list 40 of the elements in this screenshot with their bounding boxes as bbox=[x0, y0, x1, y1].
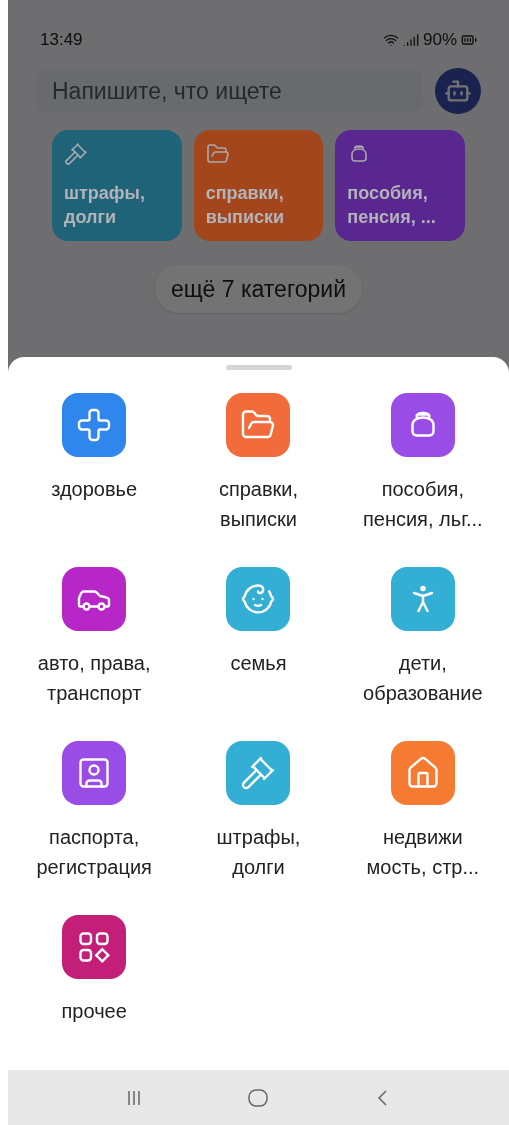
baby-icon bbox=[240, 581, 277, 617]
category-icon-tile[interactable] bbox=[226, 741, 291, 805]
wifi-icon bbox=[382, 32, 399, 48]
shapes-icon bbox=[76, 929, 113, 965]
battery-icon bbox=[461, 32, 477, 48]
category-label[interactable]: здоровье bbox=[11, 474, 178, 534]
battery-percent: 90% bbox=[422, 29, 457, 52]
category-label[interactable]: дети, образование bbox=[339, 648, 506, 708]
category-label[interactable]: недвижи мость, стр... bbox=[339, 822, 506, 882]
search-field[interactable]: Напишите, что ищете bbox=[36, 69, 423, 113]
gavel-icon bbox=[64, 142, 88, 166]
category-label[interactable]: семья bbox=[175, 648, 342, 708]
category-label[interactable]: пособия, пенсия, льг... bbox=[339, 474, 506, 534]
category-label[interactable]: справки, выписки bbox=[175, 474, 342, 534]
category-icon-tile[interactable] bbox=[62, 393, 127, 457]
category-icon-tile[interactable] bbox=[226, 567, 291, 631]
gavel-icon bbox=[240, 755, 277, 791]
category-tile[interactable]: пособия, пенсия, ... bbox=[335, 130, 465, 241]
category-label[interactable]: паспорта, регистрация bbox=[11, 822, 178, 882]
category-label[interactable]: штрафы, долги bbox=[175, 822, 342, 882]
category-icon-tile[interactable] bbox=[62, 915, 127, 979]
category-label[interactable]: прочее bbox=[11, 996, 178, 1056]
category-icon-tile[interactable] bbox=[390, 393, 455, 457]
category-icon-tile[interactable] bbox=[390, 567, 455, 631]
assistant-avatar[interactable] bbox=[435, 68, 481, 114]
tile-label: штрафы, долги bbox=[64, 182, 146, 229]
folder-icon bbox=[205, 142, 230, 166]
tile-label: справки, выписки bbox=[205, 182, 286, 229]
category-icon-tile[interactable] bbox=[390, 741, 455, 805]
category-icon-tile[interactable] bbox=[62, 567, 127, 631]
drag-handle[interactable] bbox=[225, 365, 292, 370]
cross-icon bbox=[76, 407, 113, 443]
more-categories-button[interactable]: ещё 7 категорий bbox=[154, 265, 363, 313]
tile-label: пособия, пенсия, ... bbox=[347, 182, 437, 229]
status-time: 13:49 bbox=[40, 29, 83, 52]
category-label[interactable]: авто, права, транспорт bbox=[11, 648, 178, 708]
category-icon-tile[interactable] bbox=[62, 741, 127, 805]
home-icon[interactable] bbox=[247, 1086, 270, 1109]
category-icon-tile[interactable] bbox=[226, 393, 291, 457]
signal-icon bbox=[402, 32, 419, 48]
